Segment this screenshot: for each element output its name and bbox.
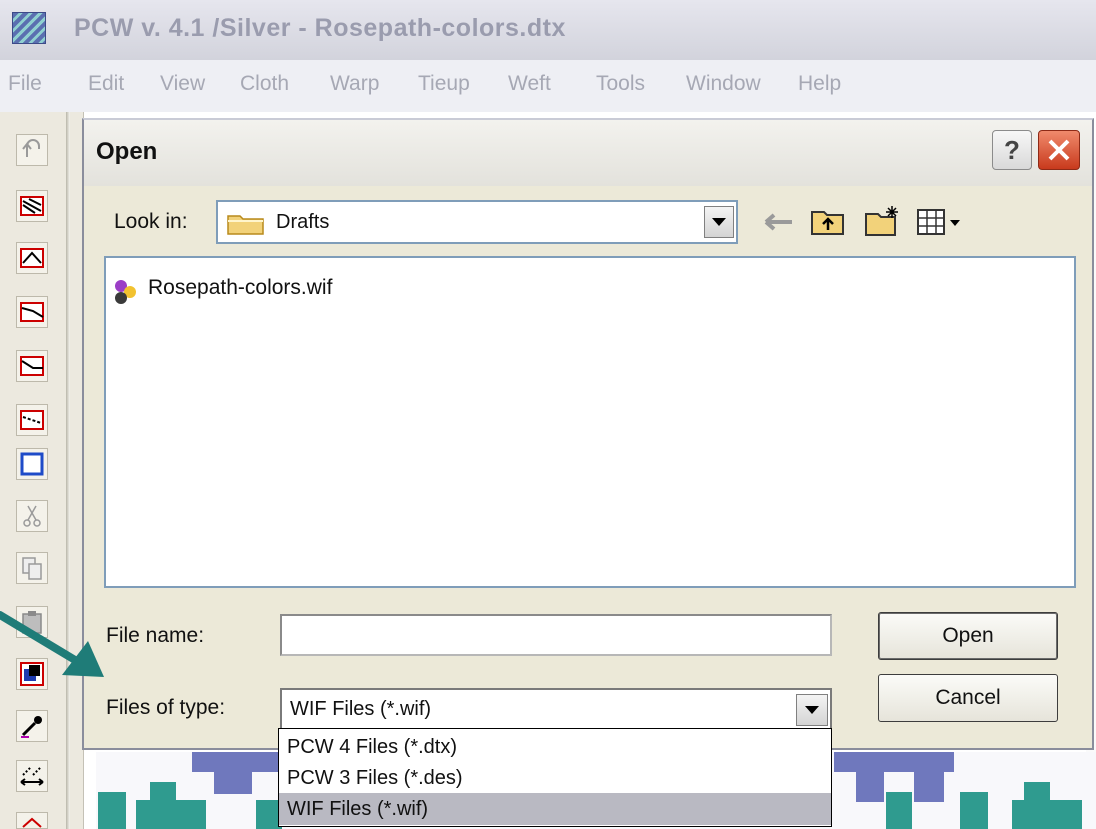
look-in-dropdown-arrow[interactable] (704, 206, 734, 238)
help-icon: ? (1004, 135, 1020, 165)
look-in-label: Look in: (114, 210, 188, 233)
menu-help[interactable]: Help (798, 72, 841, 96)
callout-arrow-icon (0, 611, 104, 677)
file-type-options-list: PCW 4 Files (*.dtx) PCW 3 Files (*.des) … (278, 728, 832, 827)
draft-tool-2-button[interactable] (16, 242, 48, 274)
dialog-titlebar: Open ? (84, 120, 1092, 186)
files-of-type-label: Files of type: (106, 696, 226, 719)
copy-button[interactable] (16, 552, 48, 584)
file-type-option-wif[interactable]: WIF Files (*.wif) (279, 793, 831, 825)
look-in-value: Drafts (276, 211, 330, 233)
menu-file[interactable]: File (8, 72, 42, 96)
help-button[interactable]: ? (992, 130, 1032, 170)
draft-pattern-icon (20, 196, 44, 216)
draft-tool-5-button[interactable] (16, 404, 48, 436)
dialog-title: Open (96, 138, 158, 165)
look-in-dropdown[interactable]: Drafts (216, 200, 738, 244)
close-icon (1048, 139, 1070, 161)
open-button[interactable]: Open (878, 612, 1058, 660)
draft-slope-icon (20, 356, 44, 376)
undo-icon (22, 139, 40, 157)
draft-tool-4-button[interactable] (16, 350, 48, 382)
app-titlebar: PCW v. 4.1 /Silver - Rosepath-colors.dtx (0, 0, 1096, 60)
up-folder-icon[interactable] (808, 204, 848, 240)
wif-file-icon (115, 280, 136, 304)
cut-button[interactable] (16, 500, 48, 532)
cancel-button[interactable]: Cancel (878, 674, 1058, 722)
menu-weft[interactable]: Weft (508, 72, 551, 96)
toolbar-separator (66, 112, 70, 829)
open-dialog: Open ? Look in: Drafts Rosepath-colors.w… (82, 118, 1094, 750)
app-title: PCW v. 4.1 /Silver - Rosepath-colors.dtx (74, 14, 566, 42)
chevron-down-icon (805, 706, 819, 714)
menu-tieup[interactable]: Tieup (418, 72, 470, 96)
menu-edit[interactable]: Edit (88, 72, 124, 96)
undo-button[interactable] (16, 134, 48, 166)
menu-window[interactable]: Window (686, 72, 761, 96)
app-logo-icon (12, 12, 46, 44)
file-type-option-dtx[interactable]: PCW 4 Files (*.dtx) (279, 731, 831, 763)
folder-icon (227, 215, 264, 235)
file-type-option-des[interactable]: PCW 3 Files (*.des) (279, 762, 831, 794)
draft-tool-3-button[interactable] (16, 296, 48, 328)
scissors-icon (23, 505, 41, 527)
file-name-text: Rosepath-colors.wif (148, 276, 333, 299)
eyedropper-icon (21, 716, 42, 738)
chevron-down-icon (712, 218, 726, 226)
files-of-type-dropdown-arrow[interactable] (796, 694, 828, 726)
resize-tool-button[interactable] (16, 760, 48, 792)
new-folder-icon[interactable] (862, 204, 902, 240)
menu-warp[interactable]: Warp (330, 72, 379, 96)
draft-peak-icon (20, 248, 44, 268)
menu-cloth[interactable]: Cloth (240, 72, 289, 96)
partial-tool-button[interactable] (16, 812, 48, 829)
draft-line-icon (20, 302, 44, 322)
copy-icon (22, 557, 42, 580)
files-of-type-value: WIF Files (*.wif) (290, 698, 432, 720)
eyedropper-button[interactable] (16, 710, 48, 742)
draft-dotted-icon (20, 410, 44, 430)
file-name-input[interactable] (280, 614, 832, 656)
close-button[interactable] (1038, 130, 1080, 170)
resize-arrows-icon (20, 766, 44, 786)
file-name-label: File name: (106, 624, 205, 647)
views-menu-icon[interactable] (914, 204, 970, 240)
menu-tools[interactable]: Tools (596, 72, 645, 96)
draft-small-icon (22, 817, 42, 828)
menu-bar: File Edit View Cloth Warp Tieup Weft Too… (0, 60, 1096, 112)
file-list[interactable]: Rosepath-colors.wif (104, 256, 1076, 588)
menu-view[interactable]: View (160, 72, 205, 96)
rectangle-tool-button[interactable] (16, 448, 48, 480)
back-arrow-icon[interactable] (760, 204, 800, 240)
files-of-type-dropdown[interactable]: WIF Files (*.wif) (280, 688, 832, 730)
left-toolbar (0, 112, 84, 829)
rectangle-icon (20, 452, 44, 476)
draft-tool-1-button[interactable] (16, 190, 48, 222)
